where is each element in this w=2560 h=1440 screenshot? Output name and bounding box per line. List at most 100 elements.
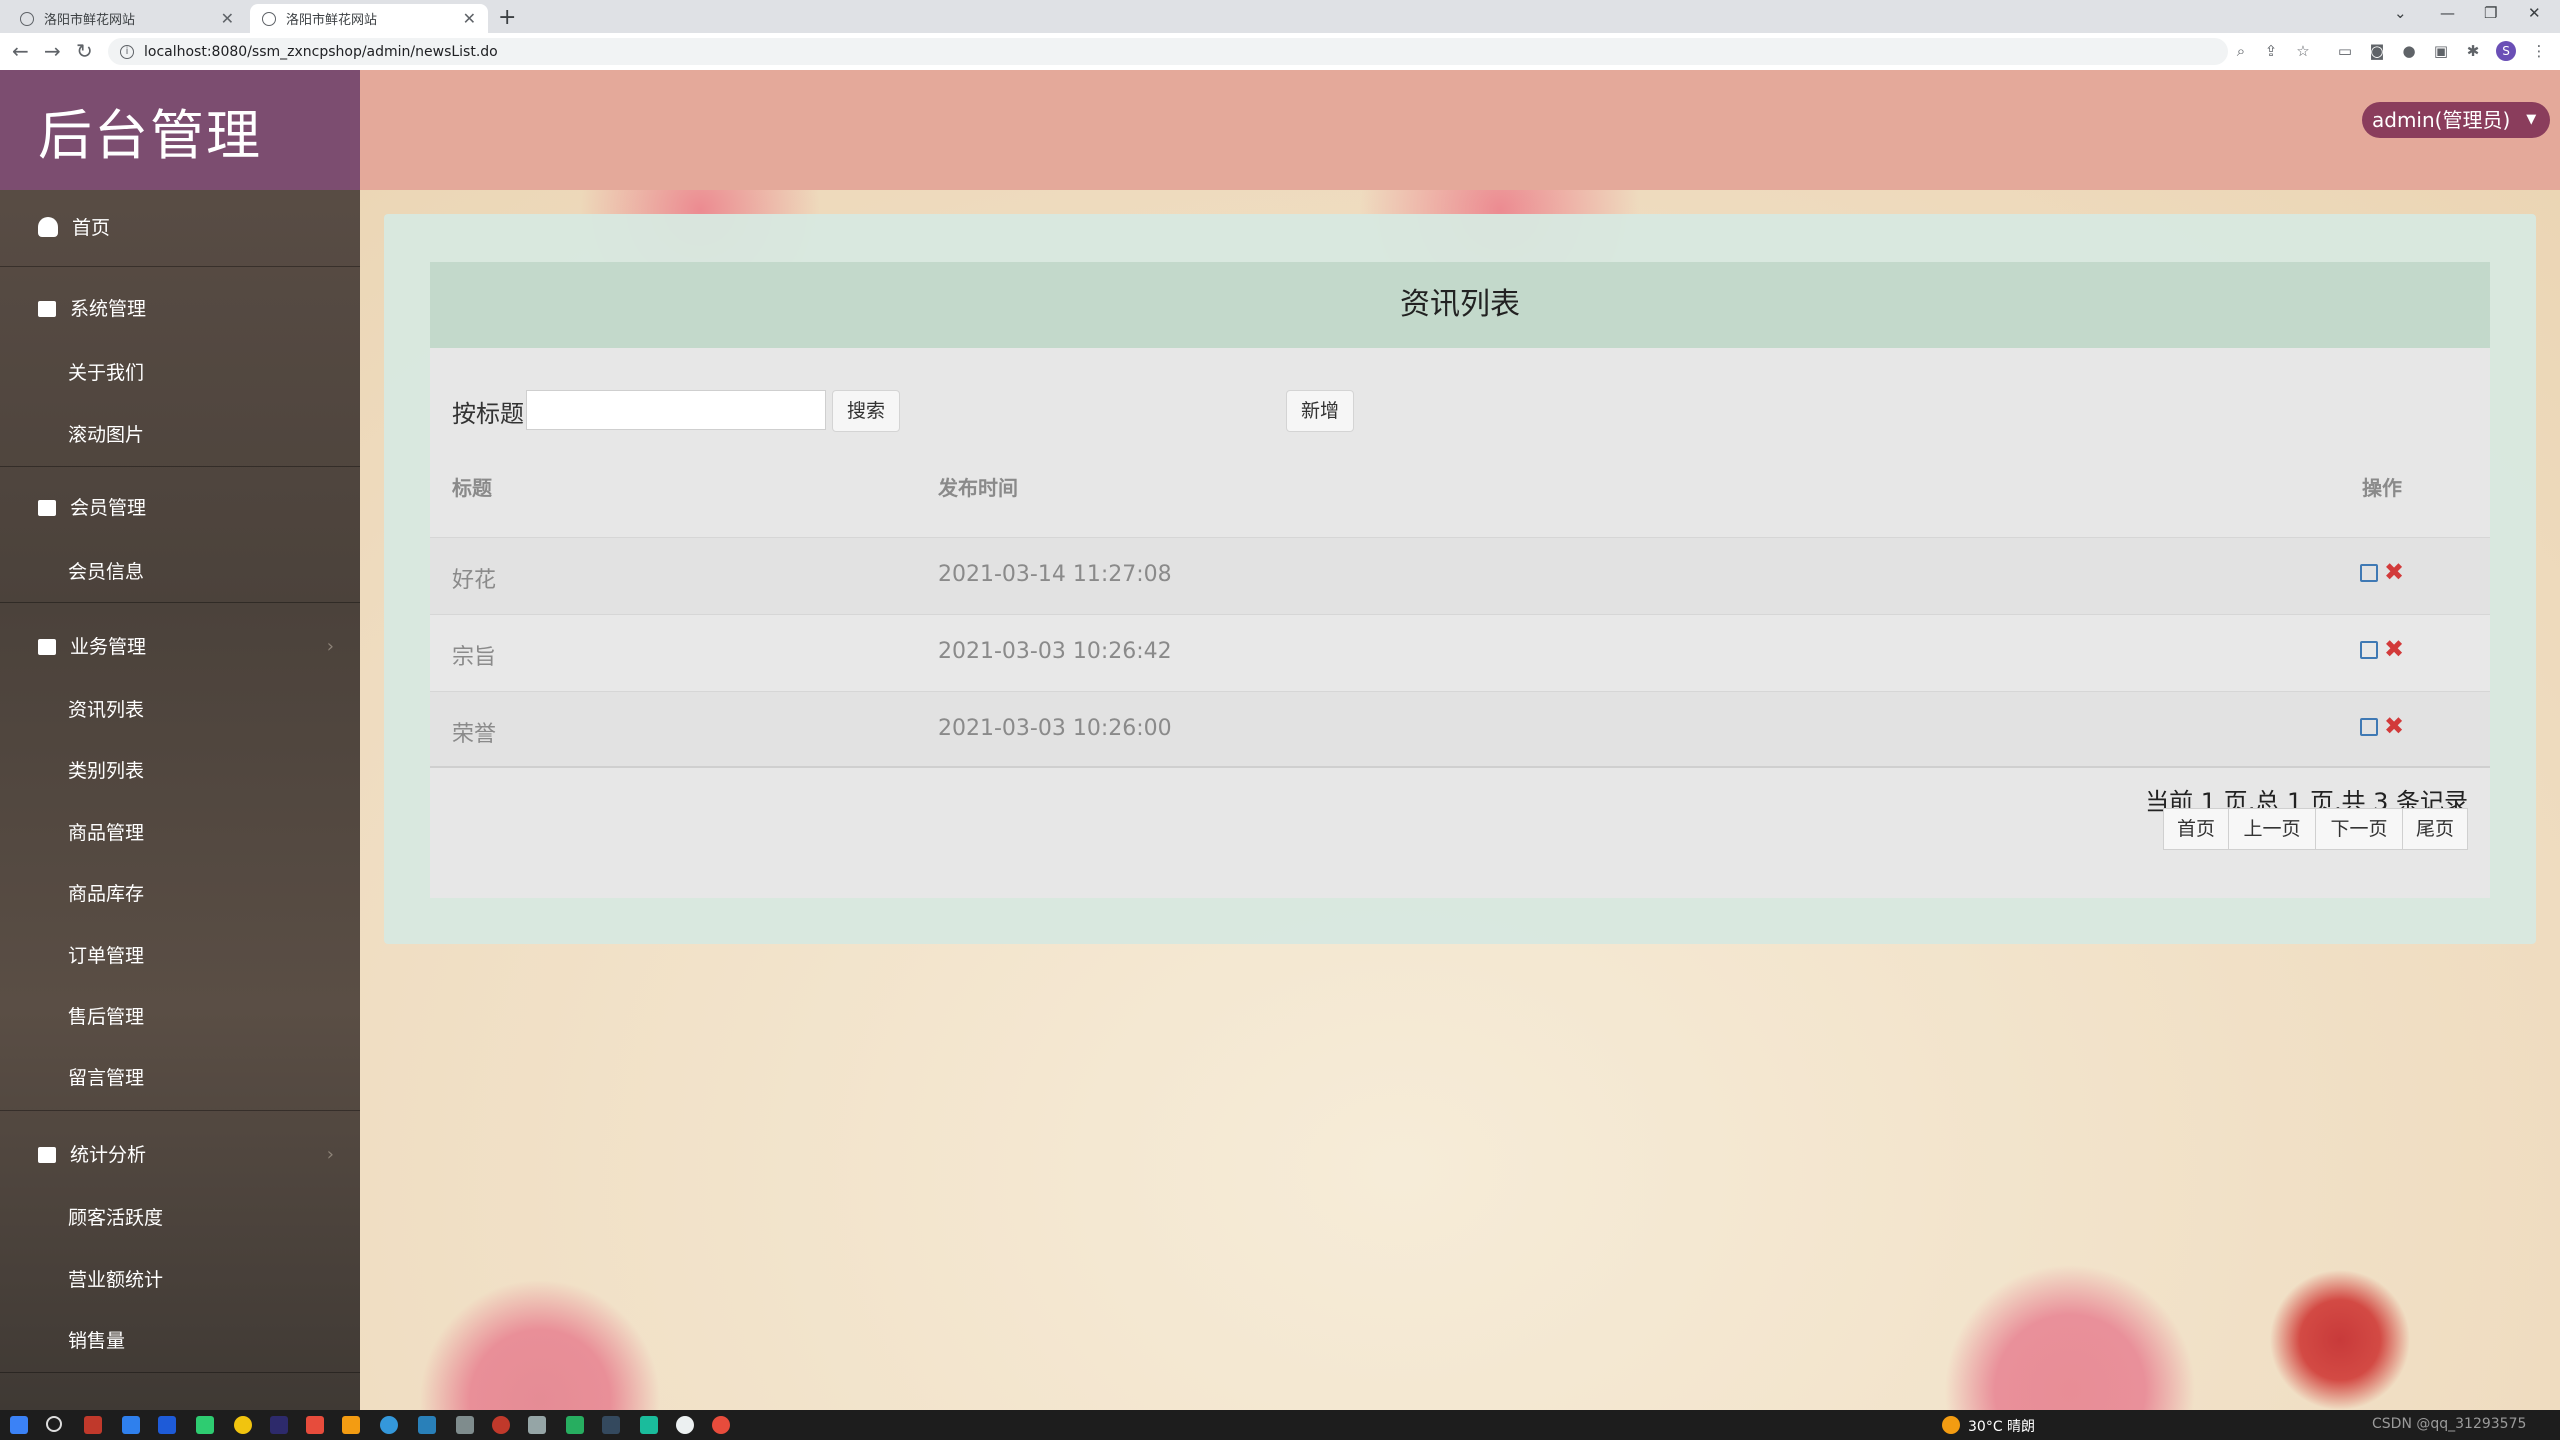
sidebar-item-about[interactable]: 关于我们 [0,353,360,393]
brand-title: 后台管理 [38,103,262,167]
row-title: 宗旨 [452,645,497,670]
row-time: 2021-03-03 10:26:42 [938,639,1172,664]
sidebar-group-label: 系统管理 [70,298,147,320]
app-icon[interactable] [528,1416,546,1434]
add-button[interactable]: 新增 [1286,390,1354,432]
sidebar-item-label: 顾客活跃度 [68,1207,164,1229]
back-icon[interactable]: ← [12,39,29,63]
globe-icon [262,11,276,26]
close-icon[interactable]: ✕ [221,9,234,28]
app-icon[interactable] [84,1416,102,1434]
app-icon[interactable] [640,1416,658,1434]
sidebar-item-messages[interactable]: 留言管理 [0,1058,360,1098]
extension-icon[interactable]: ▭ [2336,42,2354,60]
app-icon[interactable] [158,1416,176,1434]
sidebar-item-label: 类别列表 [68,760,145,782]
title-search-input[interactable] [526,390,826,430]
sidebar-group-business[interactable]: 业务管理 › [0,622,360,672]
sidebar-item-inventory[interactable]: 商品库存 [0,874,360,914]
sidebar-item-carousel[interactable]: 滚动图片 [0,415,360,455]
app-icon[interactable] [602,1416,620,1434]
browser-tab-active[interactable]: 洛阳市鲜花网站 ✕ [250,4,488,33]
sidebar-item-label: 滚动图片 [68,424,145,446]
delete-icon[interactable]: ✖ [2384,712,2404,740]
last-page-button[interactable]: 尾页 [2402,808,2468,850]
user-name: admin(管理员) [2372,108,2511,132]
app-icon[interactable] [306,1416,324,1434]
app-icon[interactable] [676,1416,694,1434]
chevron-right-icon: › [326,1144,334,1165]
sidebar-group-members[interactable]: 会员管理 [0,483,360,533]
sidebar-item-home[interactable]: 首页 [0,203,360,253]
sidebar-item-label: 留言管理 [68,1067,145,1089]
delete-icon[interactable]: ✖ [2384,558,2404,586]
idea-icon[interactable] [270,1416,288,1434]
watermark: CSDN @qq_31293575 [2372,1416,2527,1432]
puzzle-icon[interactable]: ✱ [2464,42,2482,60]
start-icon[interactable] [10,1416,28,1434]
folder-icon[interactable] [342,1416,360,1434]
book-icon [38,301,56,317]
caret-down-icon: ▼ [2526,112,2537,127]
app-icon[interactable] [492,1416,510,1434]
sidebar-item-category-list[interactable]: 类别列表 [0,751,360,791]
sidebar-item-products[interactable]: 商品管理 [0,813,360,853]
sidebar-group-system[interactable]: 系统管理 [0,284,360,334]
prev-page-button[interactable]: 上一页 [2228,808,2316,850]
browser-tab[interactable]: 洛阳市鲜花网站 ✕ [8,4,246,33]
zoom-icon[interactable]: ⌕ [2232,42,2250,60]
search-button[interactable]: 搜索 [832,390,900,432]
camera-icon[interactable]: ◙ [2368,42,2386,60]
edit-icon[interactable] [2360,718,2378,736]
sidebar-item-label: 营业额统计 [68,1269,164,1291]
profile-avatar[interactable]: S [2496,41,2516,61]
reload-icon[interactable]: ↻ [76,39,93,63]
tab-title: 洛阳市鲜花网站 [286,13,378,28]
record-icon[interactable] [712,1416,730,1434]
page-title: 资讯列表 [430,262,2490,348]
sidebar-item-revenue[interactable]: 营业额统计 [0,1260,360,1300]
app-icon[interactable] [418,1416,436,1434]
divider [0,1372,360,1373]
pagination: 首页 上一页 下一页 尾页 [2163,808,2468,850]
sidebar-item-orders[interactable]: 订单管理 [0,936,360,976]
url-field[interactable]: i localhost:8080/ssm_zxncpshop/admin/new… [108,38,2228,65]
more-menu-icon[interactable]: ⋮ [2530,42,2548,60]
edit-icon[interactable] [2360,564,2378,582]
window-close-button[interactable]: ✕ [2528,4,2541,22]
sidebar-item-customer-activity[interactable]: 顾客活跃度 [0,1198,360,1238]
user-menu-button[interactable]: admin(管理员) ▼ [2362,102,2551,138]
column-header-actions: 操作 [2362,476,2402,500]
tab-search-icon[interactable]: ⌄ [2394,4,2407,22]
sidebar-group-statistics[interactable]: 统计分析 › [0,1130,360,1180]
app-icon[interactable] [456,1416,474,1434]
share-icon[interactable]: ⇪ [2262,42,2280,60]
extension-w-icon[interactable]: ● [2400,42,2418,60]
next-page-button[interactable]: 下一页 [2315,808,2403,850]
first-page-button[interactable]: 首页 [2163,808,2229,850]
wechat-icon[interactable] [196,1416,214,1434]
extension-image-icon[interactable]: ▣ [2432,42,2450,60]
bookmark-star-icon[interactable]: ☆ [2294,42,2312,60]
table-row: 荣誉 2021-03-03 10:26:00 ✖ [430,691,2490,768]
edit-icon[interactable] [2360,641,2378,659]
app-icon[interactable] [566,1416,584,1434]
sidebar-item-news-list[interactable]: 资讯列表 [0,690,360,730]
forward-icon[interactable]: → [44,39,61,63]
app-icon[interactable] [122,1416,140,1434]
restore-button[interactable]: ❐ [2484,4,2497,22]
tab-title: 洛阳市鲜花网站 [44,13,136,28]
app-icon[interactable] [380,1416,398,1434]
divider [0,466,360,467]
new-tab-button[interactable]: + [498,5,516,30]
chrome-icon[interactable] [234,1416,252,1434]
minimize-button[interactable]: — [2440,4,2455,22]
sidebar-item-sales-volume[interactable]: 销售量 [0,1321,360,1361]
delete-icon[interactable]: ✖ [2384,635,2404,663]
search-icon[interactable] [46,1416,62,1432]
close-icon[interactable]: ✕ [463,9,476,28]
sidebar-item-label: 销售量 [68,1330,126,1352]
info-icon[interactable]: i [120,44,134,59]
sidebar-item-member-info[interactable]: 会员信息 [0,552,360,592]
sidebar-item-after-sales[interactable]: 售后管理 [0,997,360,1037]
